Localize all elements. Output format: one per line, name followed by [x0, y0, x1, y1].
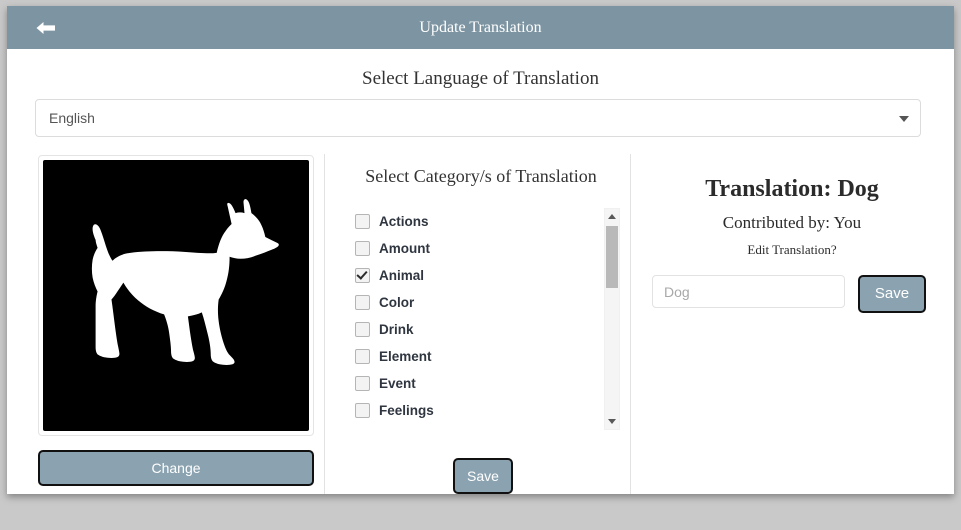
category-checkbox[interactable]: [355, 268, 370, 283]
category-row[interactable]: Event: [355, 370, 585, 397]
contributed-by-label: Contributed by: You: [722, 213, 862, 232]
category-row[interactable]: Color: [355, 289, 585, 316]
category-label: Element: [379, 349, 432, 364]
language-select[interactable]: English: [35, 99, 921, 137]
category-row[interactable]: Drink: [355, 316, 585, 343]
language-select-value: English: [49, 110, 95, 126]
category-checkbox[interactable]: [355, 295, 370, 310]
categories-scrollbar[interactable]: [604, 208, 620, 430]
category-row[interactable]: Actions: [355, 208, 585, 235]
update-translation-card: Update Translation Select Language of Tr…: [7, 6, 954, 494]
category-checkbox[interactable]: [355, 376, 370, 391]
change-image-button[interactable]: Change: [38, 450, 314, 486]
triangle-up-icon[interactable]: [608, 214, 616, 219]
scrollbar-thumb[interactable]: [606, 226, 618, 288]
page-title: Update Translation: [419, 19, 542, 36]
translation-input[interactable]: [652, 275, 845, 308]
categories-items: Actions Amount Animal Color Drink Element Even…: [355, 208, 585, 424]
category-label: Animal: [379, 268, 425, 283]
translation-title: Translation: Dog: [705, 176, 879, 202]
category-label: Event: [379, 376, 416, 391]
translation-image-frame: [38, 155, 314, 436]
categories-heading: Select Category/s of Translation: [365, 166, 597, 186]
divider-left: [324, 154, 325, 494]
chevron-down-icon: [899, 116, 909, 122]
category-label: Actions: [379, 214, 429, 229]
category-row[interactable]: Feelings: [355, 397, 585, 424]
category-row[interactable]: Element: [355, 343, 585, 370]
category-checkbox[interactable]: [355, 322, 370, 337]
category-row[interactable]: Animal: [355, 262, 585, 289]
titlebar: Update Translation: [7, 6, 954, 49]
language-heading: Select Language of Translation: [362, 68, 599, 89]
category-label: Drink: [379, 322, 414, 337]
category-checkbox[interactable]: [355, 241, 370, 256]
category-row[interactable]: Amount: [355, 235, 585, 262]
categories-list: Actions Amount Animal Color Drink Element Even…: [355, 208, 620, 430]
divider-right: [630, 154, 631, 494]
category-label: Amount: [379, 241, 430, 256]
category-label: Color: [379, 295, 415, 310]
category-checkbox[interactable]: [355, 349, 370, 364]
category-checkbox[interactable]: [355, 403, 370, 418]
edit-translation-label: Edit Translation?: [747, 242, 837, 257]
save-categories-button[interactable]: Save: [453, 458, 513, 494]
triangle-down-icon[interactable]: [608, 419, 616, 424]
dog-silhouette-icon: [43, 160, 309, 431]
category-checkbox[interactable]: [355, 214, 370, 229]
save-translation-button[interactable]: Save: [858, 275, 926, 313]
category-label: Feelings: [379, 403, 434, 418]
